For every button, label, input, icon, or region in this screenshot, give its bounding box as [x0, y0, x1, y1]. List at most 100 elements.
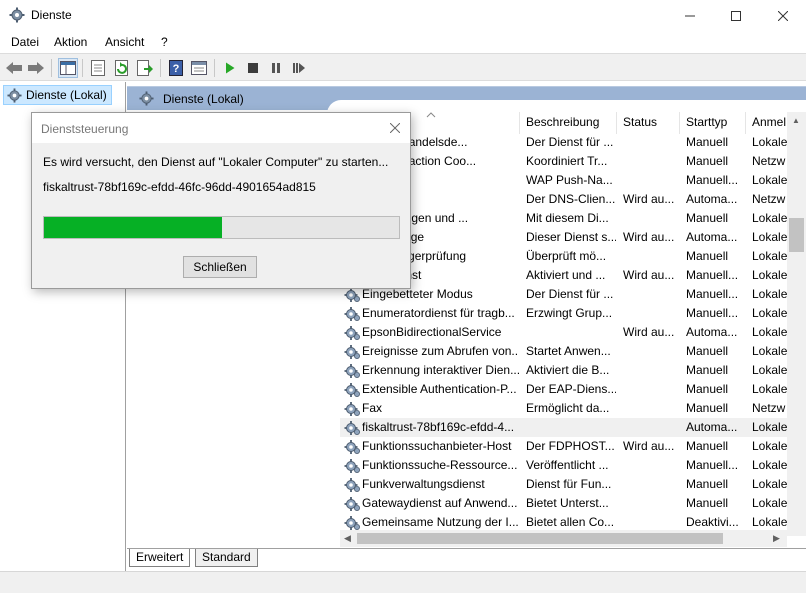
show-tree-button[interactable] — [58, 58, 78, 78]
service-gear-icon — [344, 383, 360, 397]
vertical-scrollbar[interactable]: ▲ — [787, 112, 806, 536]
service-row[interactable]: Erkennung interaktiver Dien... Aktiviert … — [340, 361, 787, 380]
refresh-button[interactable] — [112, 58, 132, 78]
service-row[interactable]: Funktionssuchanbieter-Host Der FDPHOST...… — [340, 437, 787, 456]
tab-standard[interactable]: Standard — [195, 549, 258, 567]
service-description — [526, 323, 616, 342]
menu-ansicht[interactable]: Ansicht — [105, 35, 144, 49]
service-row[interactable]: Funkverwaltungsdienst Dienst für Fun... Ma… — [340, 475, 787, 494]
service-startup-type: Automa... — [686, 325, 738, 339]
service-startup-type: Manuell — [686, 154, 729, 168]
progress-fill — [44, 217, 222, 238]
service-logon: Lokale — [752, 458, 787, 472]
column-header-description[interactable]: Beschreibung — [520, 112, 617, 134]
service-status — [623, 209, 679, 228]
scroll-up-icon[interactable]: ▲ — [792, 116, 800, 125]
service-description: Überprüft mö... — [526, 249, 607, 263]
column-header-logon[interactable]: Anmel — [746, 112, 787, 134]
back-button[interactable] — [4, 58, 24, 78]
vertical-scroll-thumb[interactable] — [789, 218, 804, 252]
service-description: WAP Push-Na... — [526, 173, 613, 187]
close-button[interactable] — [760, 0, 806, 31]
service-row[interactable]: Fax Ermöglicht da... Manuell Netzw — [340, 399, 787, 418]
forward-icon — [28, 62, 44, 74]
service-row[interactable]: Gatewaydienst auf Anwend... Bietet Unters… — [340, 494, 787, 513]
service-status — [623, 380, 679, 399]
view-button[interactable] — [189, 58, 209, 78]
service-logon: Lokale — [752, 344, 787, 358]
service-row[interactable]: Funktionssuche-Ressource... Veröffentlich… — [340, 456, 787, 475]
gear-icon — [9, 7, 25, 23]
stop-icon — [248, 63, 258, 73]
service-name: Erkennung interaktiver Dien... — [362, 363, 519, 377]
service-startup-type: Manuell — [686, 211, 729, 225]
view-icon — [191, 61, 207, 75]
pause-service-button[interactable] — [266, 58, 286, 78]
tab-erweitert[interactable]: Erweitert — [129, 549, 191, 567]
menu-aktion[interactable]: Aktion — [54, 35, 87, 49]
dialog-close-action-button[interactable]: Schließen — [183, 256, 257, 278]
scroll-left-icon[interactable]: ◀ — [344, 533, 351, 544]
dialog-service-name: fiskaltrust-78bf169c-efdd-46fc-96dd-4901… — [43, 180, 316, 194]
service-logon: Lokale — [752, 439, 787, 453]
view-tabs: Erweitert Standard — [127, 548, 806, 570]
service-description: Ermöglicht da... — [526, 401, 610, 415]
menu-help[interactable]: ? — [161, 35, 168, 49]
minimize-icon — [685, 15, 695, 16]
resume-icon — [293, 63, 305, 73]
forward-button[interactable] — [26, 58, 46, 78]
minimize-button[interactable] — [667, 0, 713, 31]
service-description: Koordiniert Tr... — [526, 154, 608, 168]
service-status: Wird au... — [623, 192, 675, 206]
horizontal-scrollbar[interactable]: ◀ ▶ — [340, 530, 787, 547]
maximize-icon — [731, 10, 741, 21]
title-bar: Dienste — [0, 0, 806, 31]
service-row[interactable]: Ereignisse zum Abrufen von... Startet Anw… — [340, 342, 787, 361]
properties-button[interactable] — [88, 58, 108, 78]
service-status — [623, 494, 679, 513]
service-logon: Lokale — [752, 211, 787, 225]
service-logon: Netzw — [752, 401, 786, 415]
service-description: Der Dienst für ... — [526, 287, 614, 301]
service-startup-type: Manuell — [686, 401, 729, 415]
maximize-button[interactable] — [713, 0, 759, 31]
service-status — [623, 399, 679, 418]
horizontal-scroll-thumb[interactable] — [357, 533, 723, 544]
service-logon: Lokale — [752, 287, 787, 301]
window-title: Dienste — [31, 8, 72, 22]
service-description: Erzwingt Grup... — [526, 306, 613, 320]
help-button[interactable]: ? — [166, 58, 186, 78]
service-row[interactable]: fiskaltrust-78bf169c-efdd-4... Automa... L… — [340, 418, 787, 437]
resume-service-button[interactable] — [289, 58, 309, 78]
show-tree-icon — [60, 61, 76, 75]
service-status — [623, 342, 679, 361]
service-startup-type: Automa... — [686, 192, 738, 206]
stop-service-button[interactable] — [243, 58, 263, 78]
service-row[interactable]: Enumeratordienst für tragb... Erzwingt Gr… — [340, 304, 787, 323]
column-header-status[interactable]: Status — [617, 112, 680, 134]
service-name: Gatewaydienst auf Anwend... — [362, 496, 518, 510]
refresh-icon — [115, 60, 128, 76]
service-status: Wird au... — [623, 268, 675, 282]
menu-datei[interactable]: Datei — [11, 35, 39, 49]
dialog-close-button[interactable] — [380, 113, 410, 143]
export-button[interactable] — [135, 58, 155, 78]
column-header-startup[interactable]: Starttyp — [680, 112, 746, 134]
service-status: Wird au... — [623, 230, 675, 244]
scroll-right-icon[interactable]: ▶ — [773, 533, 780, 544]
start-service-button[interactable] — [220, 58, 240, 78]
service-startup-type: Manuell — [686, 477, 729, 491]
service-name: Funktionssuchanbieter-Host — [362, 439, 512, 453]
service-control-dialog: Dienststeuerung Es wird versucht, den Di… — [31, 112, 411, 289]
service-startup-type: Manuell — [686, 249, 729, 263]
service-row[interactable]: Extensible Authentication-P... Der EAP-Di… — [340, 380, 787, 399]
service-description: Mit diesem Di... — [526, 211, 609, 225]
service-gear-icon — [344, 307, 360, 321]
service-row[interactable]: EpsonBidirectionalService Wird au... Autom… — [340, 323, 787, 342]
service-startup-type: Manuell... — [686, 306, 739, 320]
export-icon — [137, 60, 153, 76]
dialog-message: Es wird versucht, den Dienst auf "Lokale… — [43, 155, 389, 169]
service-startup-type: Manuell — [686, 135, 729, 149]
tree-item-services-local[interactable]: Dienste (Lokal) — [3, 85, 112, 105]
service-status — [623, 475, 679, 494]
